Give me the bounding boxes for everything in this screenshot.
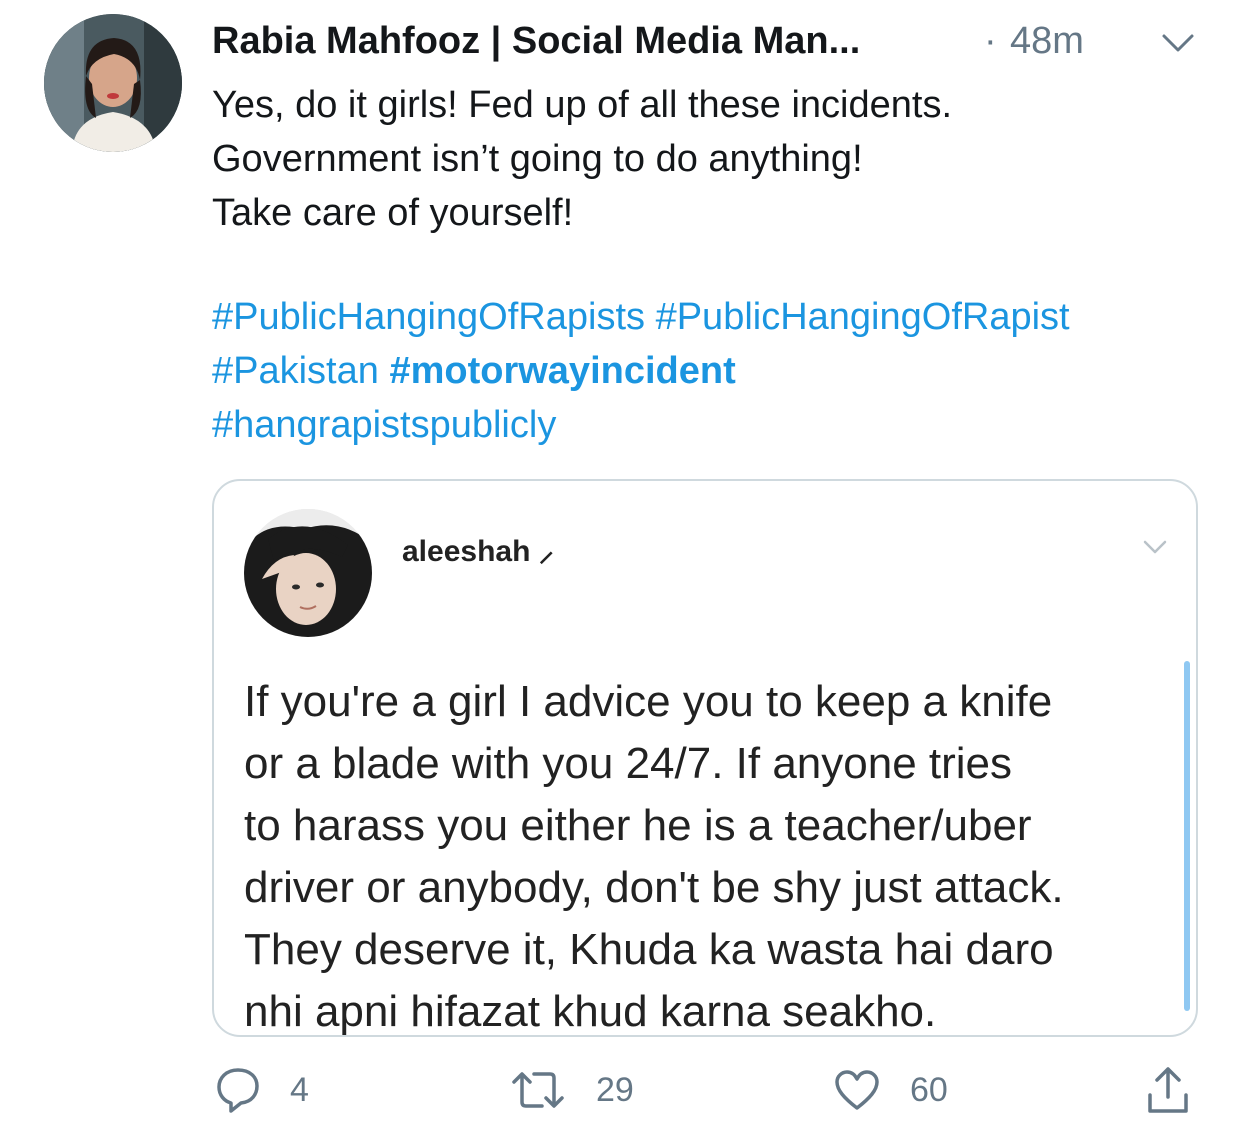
heart-icon: [835, 1070, 879, 1110]
hashtag-link[interactable]: #Pakistan: [212, 350, 379, 392]
quoted-body-line: If you're a girl I advice you to keep a …: [244, 677, 1053, 726]
author-avatar[interactable]: [44, 14, 182, 152]
tweet-text-line: Yes, do it girls! Fed up of all these in…: [212, 84, 953, 126]
hashtag-block: #PublicHangingOfRapists #PublicHangingOf…: [212, 290, 1222, 452]
author-avatar-image: [44, 14, 182, 152]
tweet-timestamp[interactable]: 48m: [1010, 18, 1084, 64]
like-count: 60: [910, 1070, 948, 1109]
quoted-username: aleeshah ⸝: [402, 529, 554, 570]
quoted-body: If you're a girl I advice you to keep a …: [244, 671, 1174, 1036]
quoted-body-line: They deserve it, Khuda ka wasta hai daro: [244, 925, 1054, 974]
quoted-name-mark: ⸝: [538, 535, 554, 568]
retweet-count: 29: [596, 1070, 634, 1109]
quoted-body-line: to harass you either he is a teacher/ube…: [244, 801, 1032, 850]
quoted-avatar: [244, 509, 372, 637]
author-name[interactable]: Rabia Mahfooz | Social Media Man...: [212, 18, 860, 64]
share-icon: [1148, 1067, 1188, 1113]
tweet-actions: 4 29 60: [212, 1062, 1212, 1122]
hashtag-link[interactable]: #motorwayincident: [389, 350, 735, 392]
separator-dot: ·: [984, 20, 997, 62]
quoted-body-line: driver or anybody, don't be shy just att…: [244, 863, 1064, 912]
chevron-down-icon: [1143, 540, 1167, 554]
quoted-tweet-card[interactable]: aleeshah ⸝ If you're a girl I advice you…: [212, 479, 1198, 1037]
quoted-body-line: nhi apni hifazat khud karna seakho.: [244, 987, 937, 1036]
chevron-down-icon[interactable]: [1160, 28, 1196, 56]
hashtag-link[interactable]: #hangrapistspublicly: [212, 404, 556, 446]
tweet-header: Rabia Mahfooz | Social Media Man... · 48…: [212, 18, 1212, 68]
reply-button[interactable]: 4: [216, 1062, 309, 1118]
tweet-text-line: Government isn’t going to do anything!: [212, 138, 863, 180]
share-button[interactable]: [1146, 1062, 1190, 1118]
like-button[interactable]: 60: [834, 1062, 948, 1118]
reply-count: 4: [290, 1070, 309, 1109]
retweet-icon: [512, 1072, 564, 1108]
hashtag-link[interactable]: #PublicHangingOfRapist: [656, 296, 1070, 338]
retweet-button[interactable]: 29: [510, 1062, 634, 1118]
quoted-body-line: or a blade with you 24/7. If anyone trie…: [244, 739, 1013, 788]
tweet-text: Yes, do it girls! Fed up of all these in…: [212, 78, 1212, 240]
quoted-username-text: aleeshah: [402, 535, 531, 568]
hashtag-link[interactable]: #PublicHangingOfRapists: [212, 296, 645, 338]
quoted-scrollbar: [1184, 661, 1190, 1011]
reply-icon: [217, 1068, 259, 1113]
quoted-avatar-image: [244, 509, 372, 637]
tweet-text-line: Take care of yourself!: [212, 192, 574, 234]
